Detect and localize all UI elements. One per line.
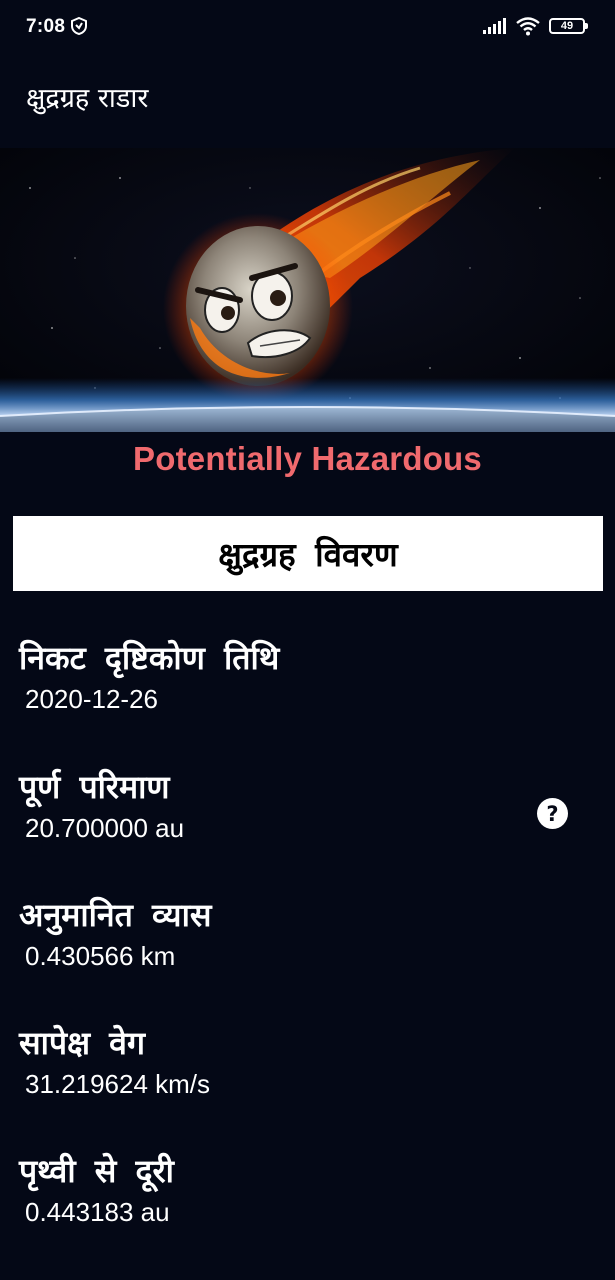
- status-icons: 49: [483, 15, 588, 37]
- detail-value: 31.219624 km/s: [25, 1069, 211, 1099]
- details-header-text: क्षुद्रग्रह विवरण: [218, 535, 398, 574]
- app-bar: क्षुद्रग्रह राडार: [0, 52, 615, 148]
- detail-label: निकट दृष्टिकोण तिथि: [19, 639, 280, 677]
- detail-label: पूर्ण परिमाण: [19, 768, 170, 806]
- battery-icon: 49: [549, 18, 588, 34]
- signal-icon: [483, 18, 506, 34]
- detail-value: 20.700000 au: [25, 813, 185, 843]
- detail-value: 2020-12-26: [25, 684, 158, 714]
- detail-absolute-magnitude: पूर्ण परिमाण 20.700000 au: [19, 767, 579, 843]
- hazard-label: Potentially Hazardous: [133, 440, 482, 477]
- app-title: क्षुद्रग्रह राडार: [26, 83, 149, 114]
- detail-relative-velocity: सापेक्ष वेग 31.219624 km/s: [19, 1023, 579, 1099]
- detail-value: 0.430566 km: [25, 941, 176, 971]
- status-bar: 7:08 49: [0, 0, 615, 52]
- hero-image: [0, 148, 615, 438]
- details-header: क्षुद्रग्रह विवरण: [13, 516, 603, 591]
- detail-label: अनुमानित व्यास: [19, 896, 212, 934]
- detail-close-approach-date: निकट दृष्टिकोण तिथि 2020-12-26: [19, 638, 579, 714]
- detail-label: सापेक्ष वेग: [19, 1024, 145, 1062]
- wifi-icon: [516, 17, 540, 36]
- help-button[interactable]: ?: [537, 798, 568, 829]
- detail-estimated-diameter: अनुमानित व्यास 0.430566 km: [19, 895, 579, 971]
- shield-icon: [71, 17, 87, 35]
- detail-value: 0.443183 au: [25, 1197, 170, 1227]
- status-time: 7:08: [26, 16, 66, 37]
- detail-distance-from-earth: पृथ्वी से दूरी 0.443183 au: [19, 1151, 579, 1227]
- asteroid-illustration: [0, 148, 615, 438]
- detail-label: पृथ्वी से दूरी: [19, 1152, 174, 1190]
